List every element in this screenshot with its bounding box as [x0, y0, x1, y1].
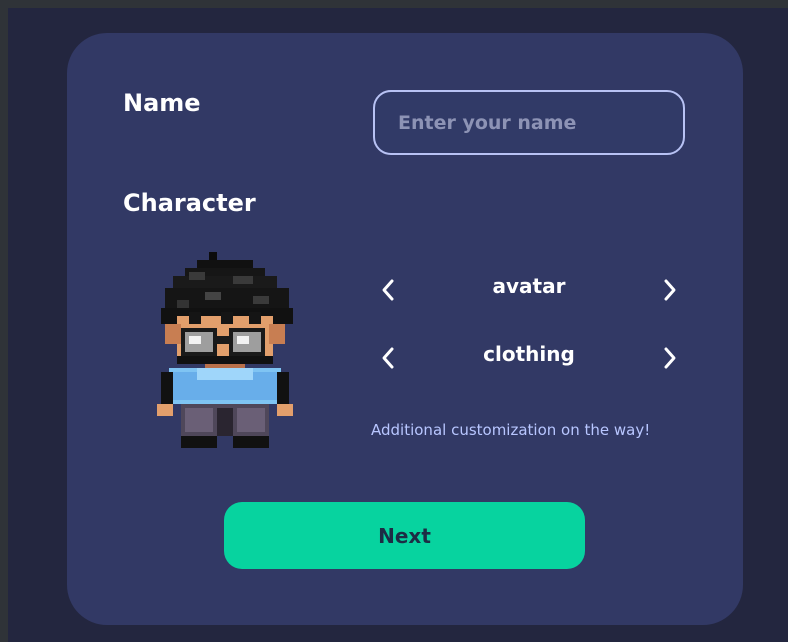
clothing-next-button[interactable] [655, 334, 685, 374]
next-button[interactable]: Next [224, 502, 585, 569]
clothing-value: clothing [483, 342, 575, 366]
pixel-character-sprite [157, 252, 293, 448]
name-input[interactable] [373, 90, 685, 155]
avatar-selector: avatar [373, 266, 685, 306]
chevron-left-icon [382, 347, 394, 369]
window-top-edge [0, 0, 788, 8]
avatar-next-button[interactable] [655, 266, 685, 306]
customization-note: Additional customization on the way! [371, 421, 651, 439]
name-label: Name [123, 89, 201, 117]
avatar-prev-button[interactable] [373, 266, 403, 306]
clothing-selector: clothing [373, 334, 685, 374]
chevron-right-icon [664, 347, 676, 369]
character-label: Character [123, 189, 256, 217]
clothing-prev-button[interactable] [373, 334, 403, 374]
character-setup-card: Name Character [67, 33, 743, 625]
window-left-edge [0, 0, 8, 642]
chevron-right-icon [664, 279, 676, 301]
avatar-value: avatar [492, 274, 566, 298]
chevron-left-icon [382, 279, 394, 301]
